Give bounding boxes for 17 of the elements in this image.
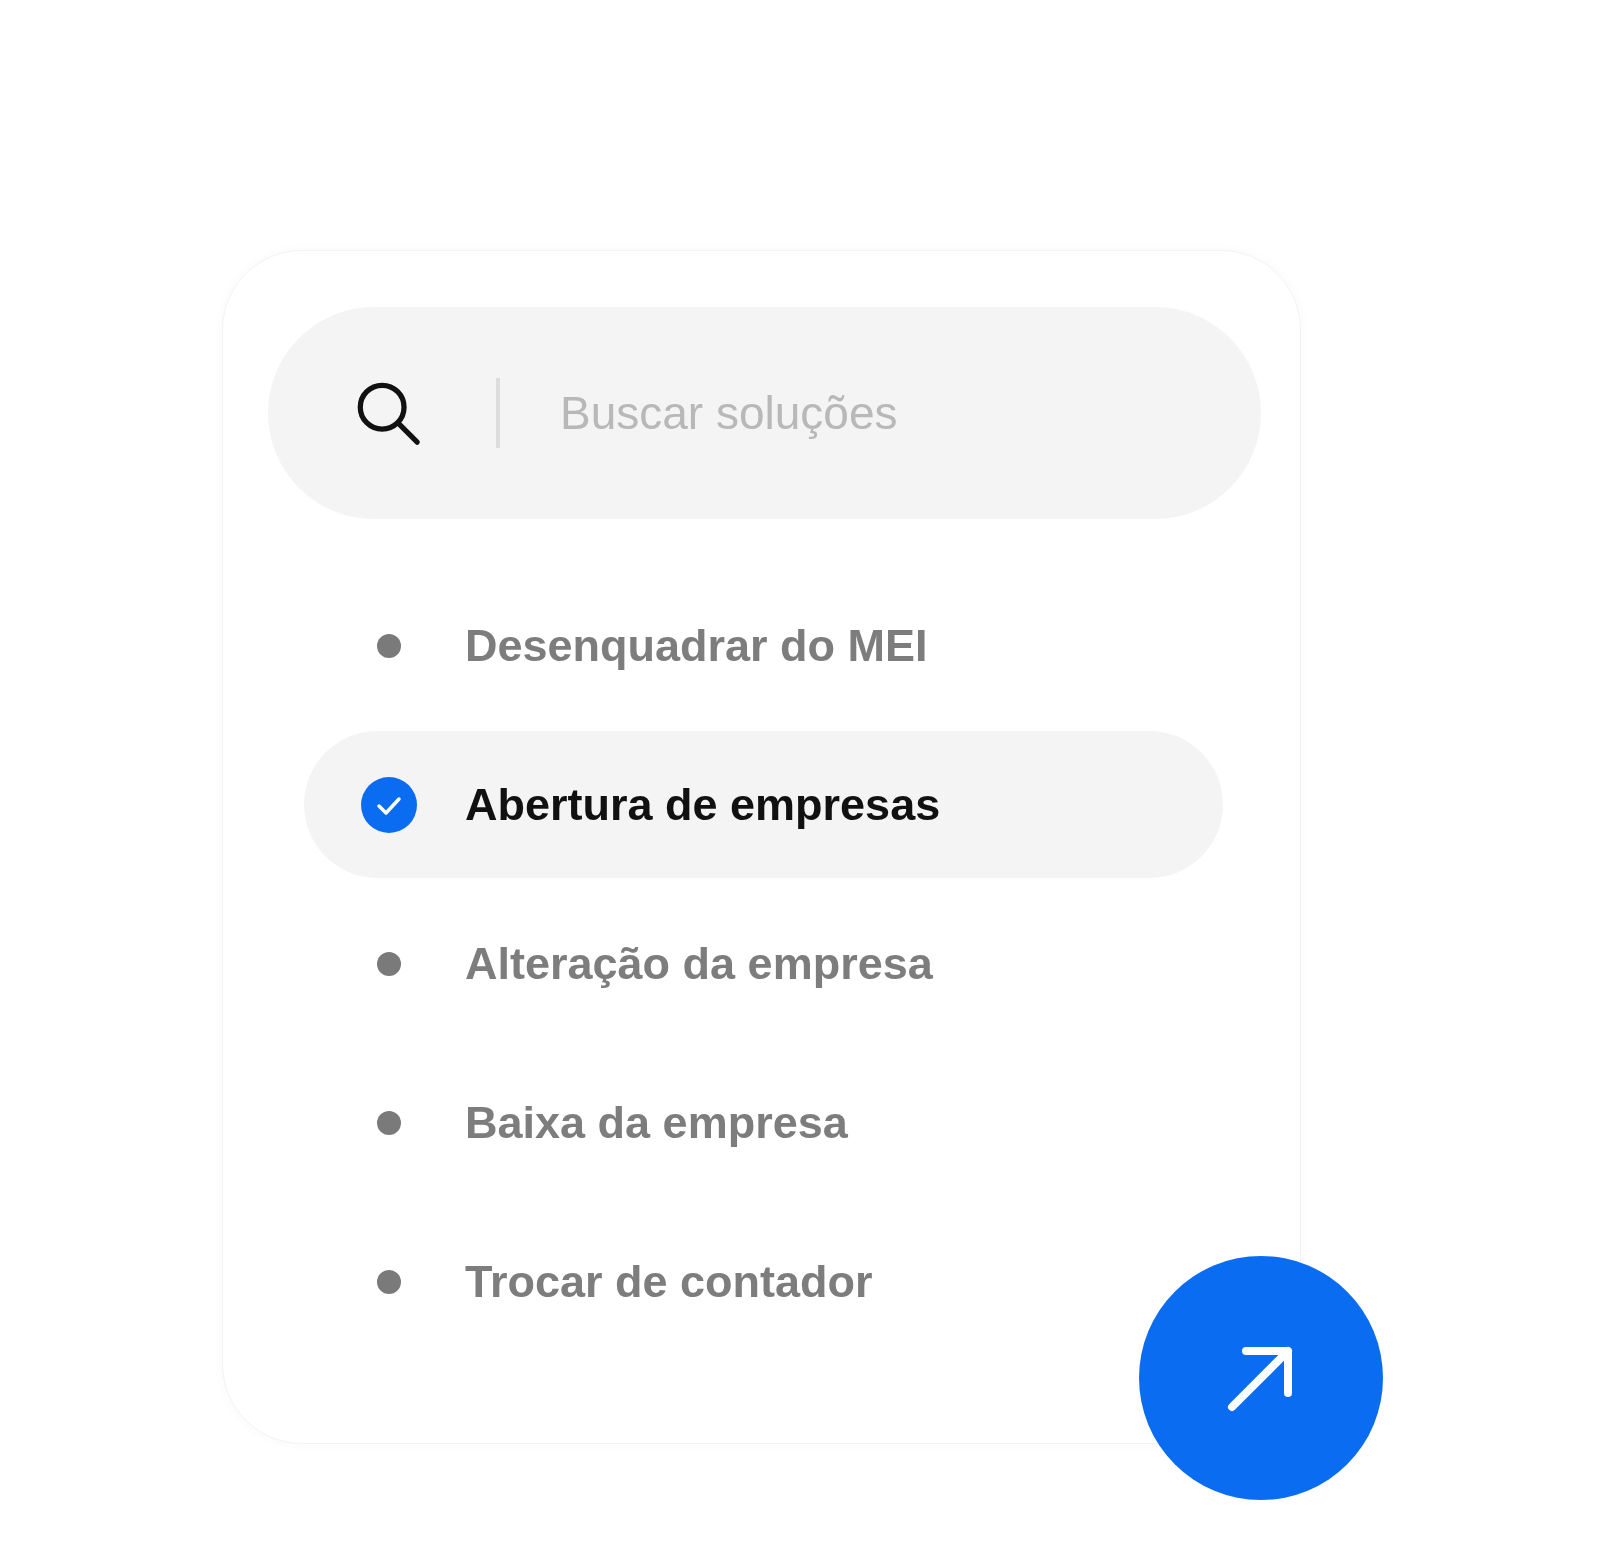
item-label: Desenquadrar do MEI	[465, 618, 928, 673]
list-item[interactable]: Baixa da empresa	[304, 1049, 868, 1196]
bullet-icon	[377, 951, 401, 976]
item-label: Abertura de empresas	[465, 777, 941, 832]
bullet-icon	[377, 1110, 401, 1135]
bullet-icon	[377, 1269, 401, 1294]
list-item[interactable]: Desenquadrar do MEI	[304, 572, 948, 719]
list-item[interactable]: Alteração da empresa	[304, 890, 953, 1037]
item-label: Baixa da empresa	[465, 1095, 848, 1150]
list-item[interactable]: Trocar de contador	[304, 1208, 893, 1355]
item-label: Alteração da empresa	[465, 936, 933, 991]
check-icon	[361, 776, 417, 833]
item-label: Trocar de contador	[465, 1254, 873, 1309]
bullet-icon	[377, 633, 401, 658]
search-field[interactable]: Buscar soluções	[268, 307, 1261, 519]
list-item[interactable]: Abertura de empresas	[304, 731, 1223, 878]
search-input[interactable]: Buscar soluções	[560, 378, 1120, 448]
